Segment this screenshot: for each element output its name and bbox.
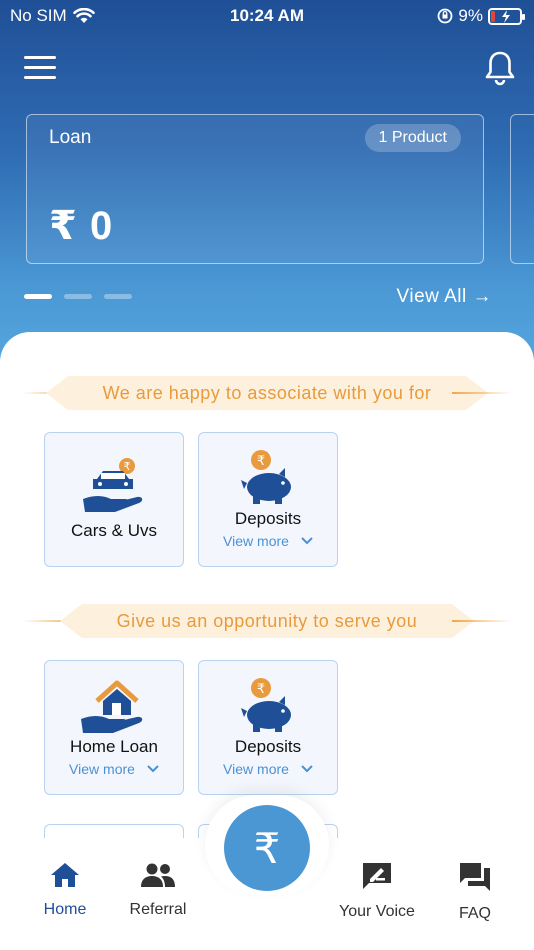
feedback-icon [363,863,391,889]
section-heading: We are happy to associate with you for [46,376,488,410]
loan-card-title: Loan [49,127,92,148]
piggy-bank-icon: ₹ [241,450,291,504]
chevron-down-icon [301,765,313,773]
carousel-dot[interactable] [104,294,132,299]
nav-referral[interactable]: Referral [103,862,213,919]
notifications-button[interactable] [484,50,516,86]
tile-label: Deposits [234,509,302,528]
loan-amount: ₹ 0 [49,204,114,248]
nav-your-voice[interactable]: Your Voice [322,862,432,921]
battery-icon [488,7,525,25]
hamburger-icon [24,56,56,59]
loan-summary-card[interactable]: Loan 1 Product ₹ 0 [26,114,484,264]
view-more-link[interactable]: View more [199,533,337,549]
chevron-down-icon [301,537,313,545]
next-card-peek[interactable] [510,114,534,264]
battery-percent: 9% [458,6,483,25]
section-heading: Give us an opportunity to serve you [60,604,474,638]
hero-banner: No SIM 10:24 AM 9% Loan 1 Product ₹ 0 Vi… [0,0,534,380]
home-icon [51,863,79,887]
piggy-bank-icon: ₹ [241,678,291,732]
car-in-hand-icon: ₹ [83,458,143,512]
menu-button[interactable] [24,56,58,82]
house-in-hand-icon [81,680,143,733]
svg-text:₹: ₹ [257,454,265,469]
product-count-badge: 1 Product [364,124,461,152]
tile-deposits[interactable]: ₹ Deposits View more [198,660,338,795]
chat-icon [460,863,490,891]
view-more-link[interactable]: View more [199,761,337,777]
tile-label: Cars & Uvs [71,521,157,540]
svg-text:₹: ₹ [257,682,265,697]
bell-icon [485,51,515,86]
tile-deposits[interactable]: ₹ Deposits View more [198,432,338,567]
section-header-associate: We are happy to associate with you for [0,376,534,410]
carousel-indicator [24,294,132,299]
people-icon [141,863,175,887]
rupee-icon: ₹ [253,824,281,872]
section-header-serve: Give us an opportunity to serve you [0,604,534,638]
carousel-dot[interactable] [24,294,52,299]
view-more-link[interactable]: View more [45,761,183,777]
chevron-down-icon [147,765,159,773]
tile-label: Home Loan [70,737,158,756]
status-bar: No SIM 10:24 AM 9% [0,0,534,32]
tile-cars-uvs[interactable]: ₹ Cars & Uvs [44,432,184,567]
tile-home-loan[interactable]: Home Loan View more [44,660,184,795]
carousel-dot[interactable] [64,294,92,299]
rotation-lock-icon [438,8,453,24]
tile-label: Deposits [234,737,302,756]
view-all-link[interactable]: View All → [397,286,492,308]
rupee-fab-button[interactable]: ₹ [224,805,310,891]
svg-text:₹: ₹ [124,460,131,473]
nav-faq[interactable]: FAQ [420,862,530,923]
